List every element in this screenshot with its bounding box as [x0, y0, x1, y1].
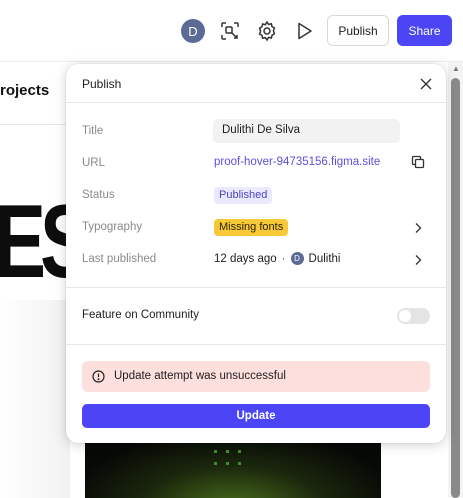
last-published-chevron-right-icon[interactable] — [413, 253, 423, 265]
status-label: Status — [82, 189, 115, 201]
status-badge: Published — [214, 187, 273, 204]
background-divider — [0, 124, 70, 125]
title-label: Title — [82, 125, 104, 137]
error-banner: Update attempt was unsuccessful — [82, 361, 430, 392]
share-button[interactable]: Share — [397, 15, 452, 46]
top-toolbar: D Publish Share — [0, 0, 463, 62]
play-icon[interactable] — [292, 19, 316, 43]
title-field[interactable]: Dulithi De Silva — [213, 119, 400, 143]
background-shade — [0, 300, 70, 498]
publisher-name: Dulithi — [308, 252, 341, 265]
feature-on-community-label: Feature on Community — [82, 309, 199, 321]
loading-dots-icon — [214, 440, 244, 470]
last-published-label: Last published — [82, 253, 157, 265]
toggle-knob — [399, 310, 411, 322]
scroll-up-icon[interactable]: ▲ — [452, 64, 460, 73]
panel-title: Publish — [82, 77, 122, 91]
typography-label: Typography — [82, 221, 143, 233]
publish-panel: Publish Title Dulithi De Silva URL proof… — [66, 64, 446, 443]
inspect-icon[interactable] — [218, 19, 242, 43]
missing-fonts-badge[interactable]: Missing fonts — [214, 219, 289, 236]
settings-icon[interactable] — [255, 19, 279, 43]
scrollbar-thumb[interactable] — [451, 78, 460, 498]
copy-icon[interactable] — [411, 155, 425, 169]
separator-dot: · — [281, 252, 286, 265]
publisher-avatar: D — [290, 252, 304, 265]
error-info-icon — [92, 370, 105, 383]
section-divider — [66, 287, 446, 288]
community-toggle[interactable] — [397, 308, 430, 324]
last-published-value: 12 days ago · D Dulithi — [214, 252, 340, 265]
publish-button[interactable]: Publish — [327, 15, 389, 46]
update-button[interactable]: Update — [82, 404, 430, 428]
url-label: URL — [82, 157, 106, 169]
site-url-link[interactable]: proof-hover-94735156.figma.site — [214, 156, 380, 168]
header-divider — [66, 102, 446, 103]
user-avatar[interactable]: D — [181, 19, 205, 43]
close-icon[interactable] — [418, 76, 434, 92]
section-divider-2 — [66, 344, 446, 345]
last-published-time: 12 days ago — [214, 252, 277, 265]
error-message: Update attempt was unsuccessful — [114, 370, 286, 382]
typography-chevron-right-icon[interactable] — [413, 221, 423, 233]
projects-heading: rojects — [0, 82, 50, 99]
